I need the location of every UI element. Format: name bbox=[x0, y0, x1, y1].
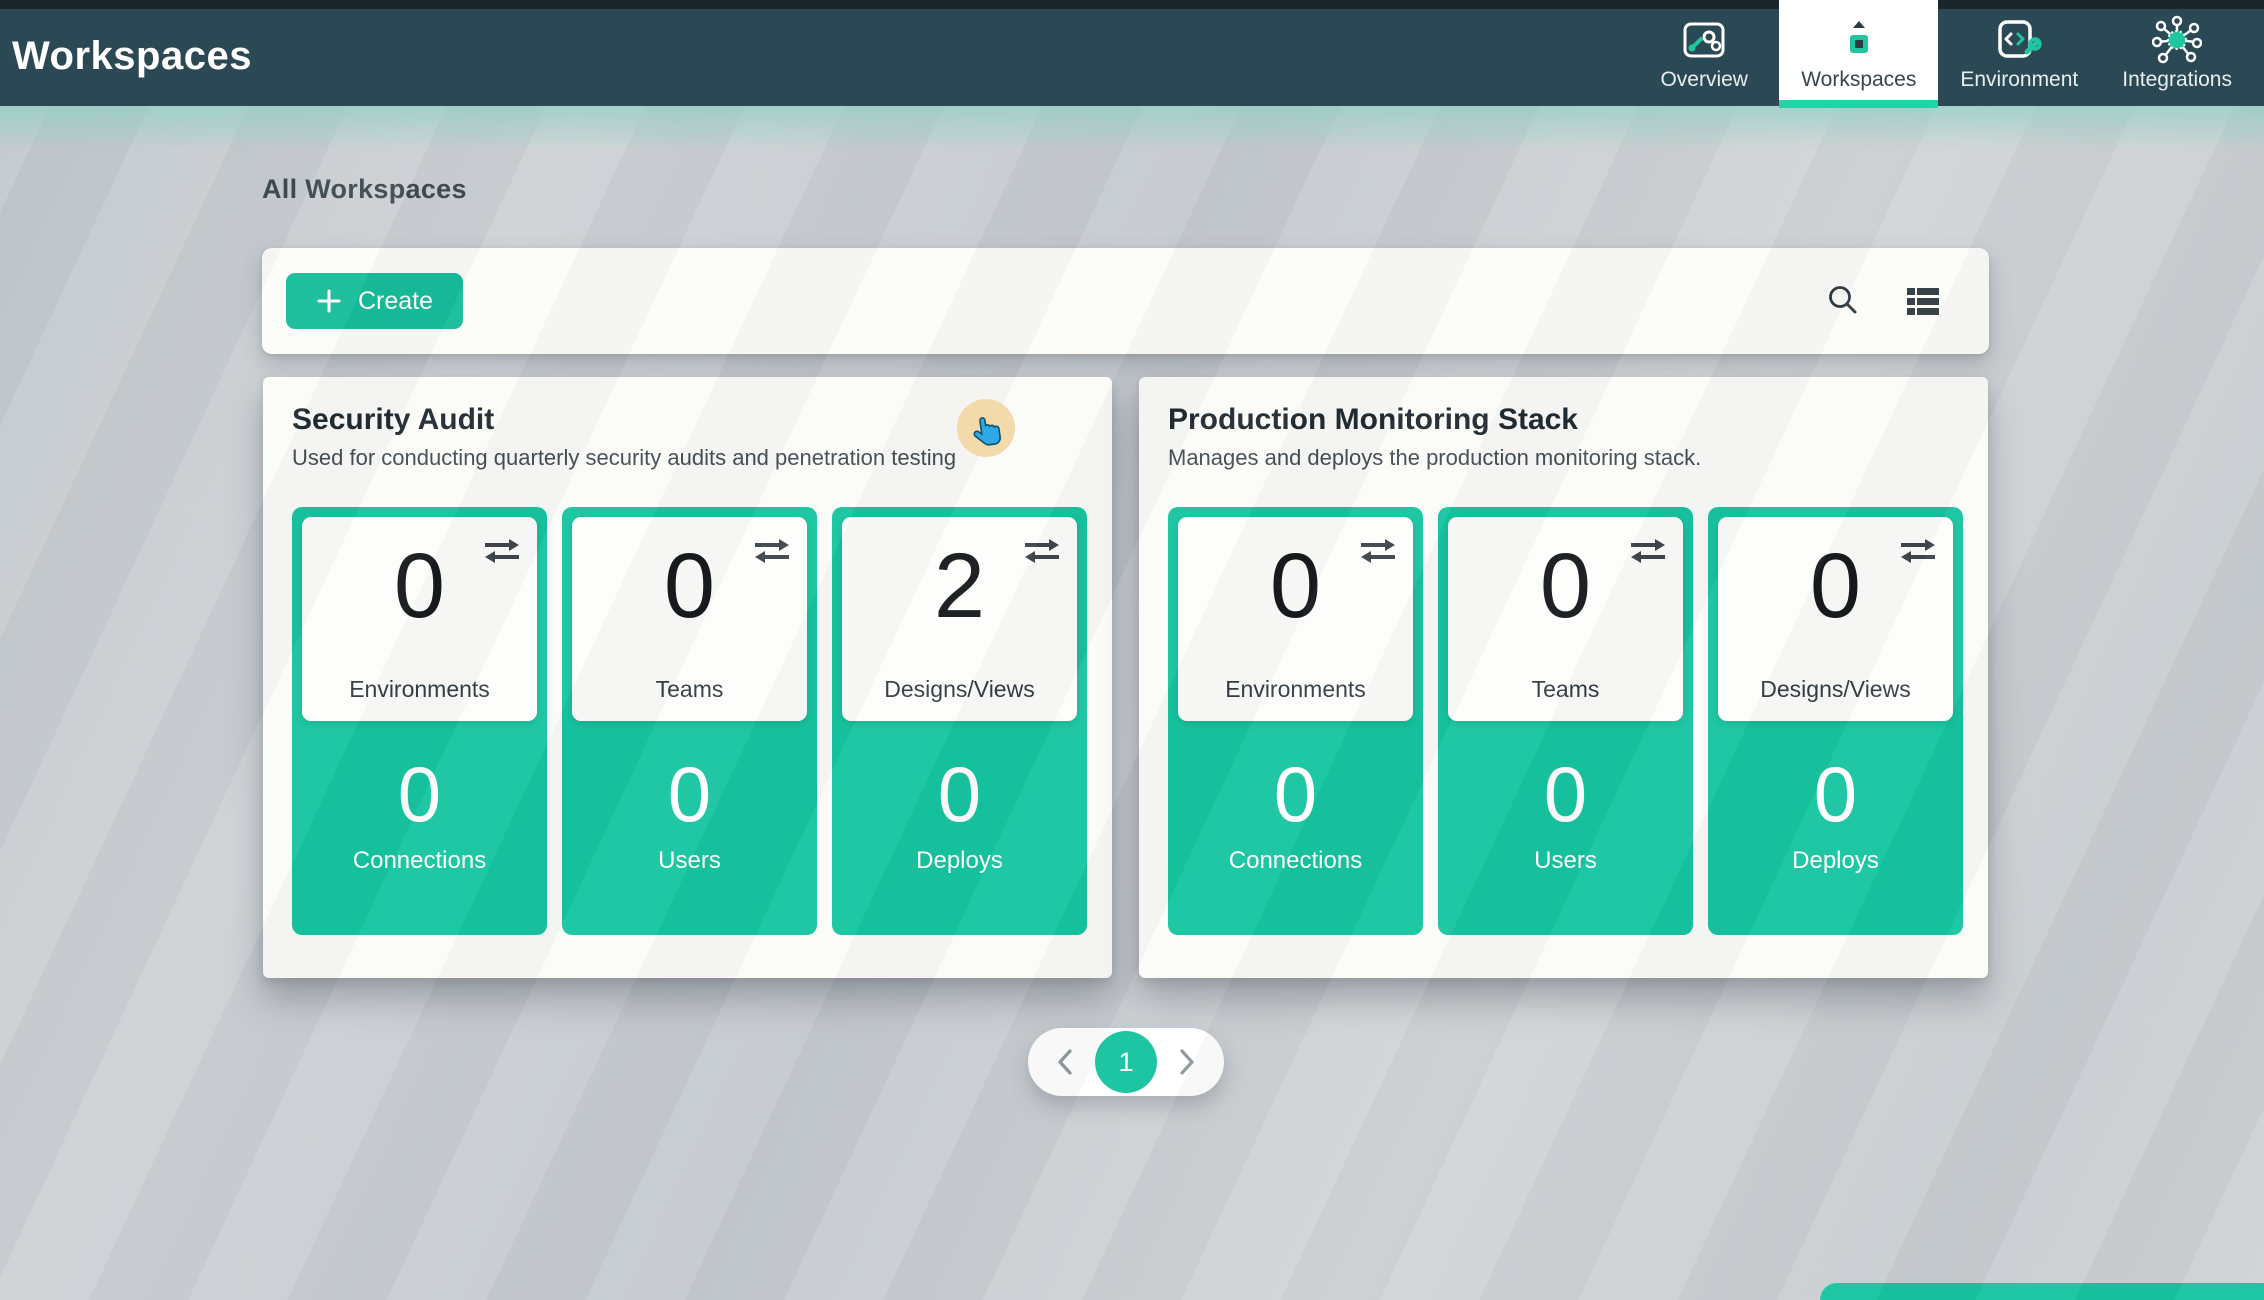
stat-tiles: 0 Environments 0 Connections bbox=[1168, 507, 1963, 935]
workspace-title: Production Monitoring Stack bbox=[1168, 403, 1958, 437]
stat-tile-bottom: 0 Connections bbox=[292, 721, 547, 935]
substat-value: 0 bbox=[1544, 755, 1587, 833]
stat-tile-top: 0 Environments bbox=[1178, 517, 1413, 721]
workspace-description: Manages and deploys the production monit… bbox=[1168, 445, 1958, 471]
toolbar-icons bbox=[1821, 279, 1945, 323]
top-navigation-bar: Workspaces Overview bbox=[0, 0, 2264, 106]
stat-value: 0 bbox=[1448, 531, 1683, 641]
stat-tile-bottom: 0 Users bbox=[562, 721, 817, 935]
nav-label: Workspaces bbox=[1801, 68, 1916, 106]
substat-label: Deploys bbox=[1792, 847, 1879, 875]
create-button-label: Create bbox=[358, 287, 433, 316]
substat-label: Connections bbox=[353, 847, 486, 875]
nav-label: Integrations bbox=[2122, 68, 2232, 106]
nav-tab-overview[interactable]: Overview bbox=[1629, 0, 1779, 106]
substat-label: Deploys bbox=[916, 847, 1003, 875]
nav-tab-environment[interactable]: Environment bbox=[1938, 0, 2100, 106]
substat-value: 0 bbox=[938, 755, 981, 833]
stat-tile-environments[interactable]: 0 Environments 0 Connections bbox=[292, 507, 547, 935]
stat-label: Environments bbox=[302, 676, 537, 703]
overview-icon bbox=[1681, 16, 1727, 64]
app-screen: Workspaces Overview bbox=[0, 0, 2264, 1300]
stat-tiles: 0 Environments 0 Connections bbox=[292, 507, 1087, 935]
stat-value: 0 bbox=[1718, 531, 1953, 641]
pagination: 1 bbox=[1028, 1028, 1224, 1096]
header-gradient-band bbox=[0, 106, 2264, 150]
substat-value: 0 bbox=[1814, 755, 1857, 833]
stat-value: 0 bbox=[572, 531, 807, 641]
nav-label: Environment bbox=[1960, 68, 2078, 106]
nav-label: Overview bbox=[1660, 68, 1748, 106]
stat-label: Teams bbox=[572, 676, 807, 703]
stat-tile-environments[interactable]: 0 Environments 0 Connections bbox=[1168, 507, 1423, 935]
substat-label: Connections bbox=[1229, 847, 1362, 875]
page-title: Workspaces bbox=[12, 34, 252, 79]
workspace-description: Used for conducting quarterly security a… bbox=[292, 445, 1082, 471]
stat-tile-bottom: 0 Connections bbox=[1168, 721, 1423, 935]
workspace-card-security-audit[interactable]: Security Audit Used for conducting quart… bbox=[263, 377, 1112, 978]
stat-tile-top: 0 Teams bbox=[1448, 517, 1683, 721]
workspaces-icon bbox=[1844, 16, 1874, 64]
stat-tile-top: 0 Designs/Views bbox=[1718, 517, 1953, 721]
substat-value: 0 bbox=[1274, 755, 1317, 833]
all-workspaces-heading: All Workspaces bbox=[262, 174, 467, 205]
nav-tab-workspaces[interactable]: Workspaces bbox=[1779, 0, 1938, 106]
previous-page-icon[interactable] bbox=[1052, 1045, 1078, 1079]
stat-tile-top: 2 Designs/Views bbox=[842, 517, 1077, 721]
stat-value: 0 bbox=[302, 531, 537, 641]
stat-tile-bottom: 0 Deploys bbox=[832, 721, 1087, 935]
stat-label: Environments bbox=[1178, 676, 1413, 703]
stat-tile-top: 0 Environments bbox=[302, 517, 537, 721]
workspaces-toolbar: Create bbox=[262, 248, 1989, 354]
stat-tile-designs-views[interactable]: 2 Designs/Views 0 Deploys bbox=[832, 507, 1087, 935]
stat-tile-bottom: 0 Users bbox=[1438, 721, 1693, 935]
list-view-icon[interactable] bbox=[1901, 281, 1945, 321]
create-workspace-button[interactable]: Create bbox=[286, 273, 463, 329]
current-page-button[interactable]: 1 bbox=[1095, 1031, 1157, 1093]
plus-icon bbox=[316, 288, 342, 314]
nav-tab-integrations[interactable]: Integrations bbox=[2100, 0, 2254, 106]
stat-tile-teams[interactable]: 0 Teams 0 Users bbox=[562, 507, 817, 935]
substat-label: Users bbox=[658, 847, 721, 875]
environment-icon bbox=[1994, 16, 2044, 64]
stat-value: 0 bbox=[1178, 531, 1413, 641]
workspace-title: Security Audit bbox=[292, 403, 1082, 437]
stat-tile-teams[interactable]: 0 Teams 0 Users bbox=[1438, 507, 1693, 935]
stat-tile-top: 0 Teams bbox=[572, 517, 807, 721]
stat-label: Designs/Views bbox=[842, 676, 1077, 703]
main-nav: Overview Workspaces bbox=[1629, 0, 2254, 106]
stat-tile-bottom: 0 Deploys bbox=[1708, 721, 1963, 935]
substat-label: Users bbox=[1534, 847, 1597, 875]
stat-label: Designs/Views bbox=[1718, 676, 1953, 703]
stat-tile-designs-views[interactable]: 0 Designs/Views 0 Deploys bbox=[1708, 507, 1963, 935]
workspace-card-production-monitoring[interactable]: Production Monitoring Stack Manages and … bbox=[1139, 377, 1988, 978]
integrations-icon bbox=[2152, 16, 2202, 64]
bottom-right-panel-peek[interactable] bbox=[1820, 1283, 2264, 1300]
stat-label: Teams bbox=[1448, 676, 1683, 703]
search-icon[interactable] bbox=[1821, 279, 1865, 323]
substat-value: 0 bbox=[668, 755, 711, 833]
stat-value: 2 bbox=[842, 531, 1077, 641]
next-page-icon[interactable] bbox=[1174, 1045, 1200, 1079]
substat-value: 0 bbox=[398, 755, 441, 833]
